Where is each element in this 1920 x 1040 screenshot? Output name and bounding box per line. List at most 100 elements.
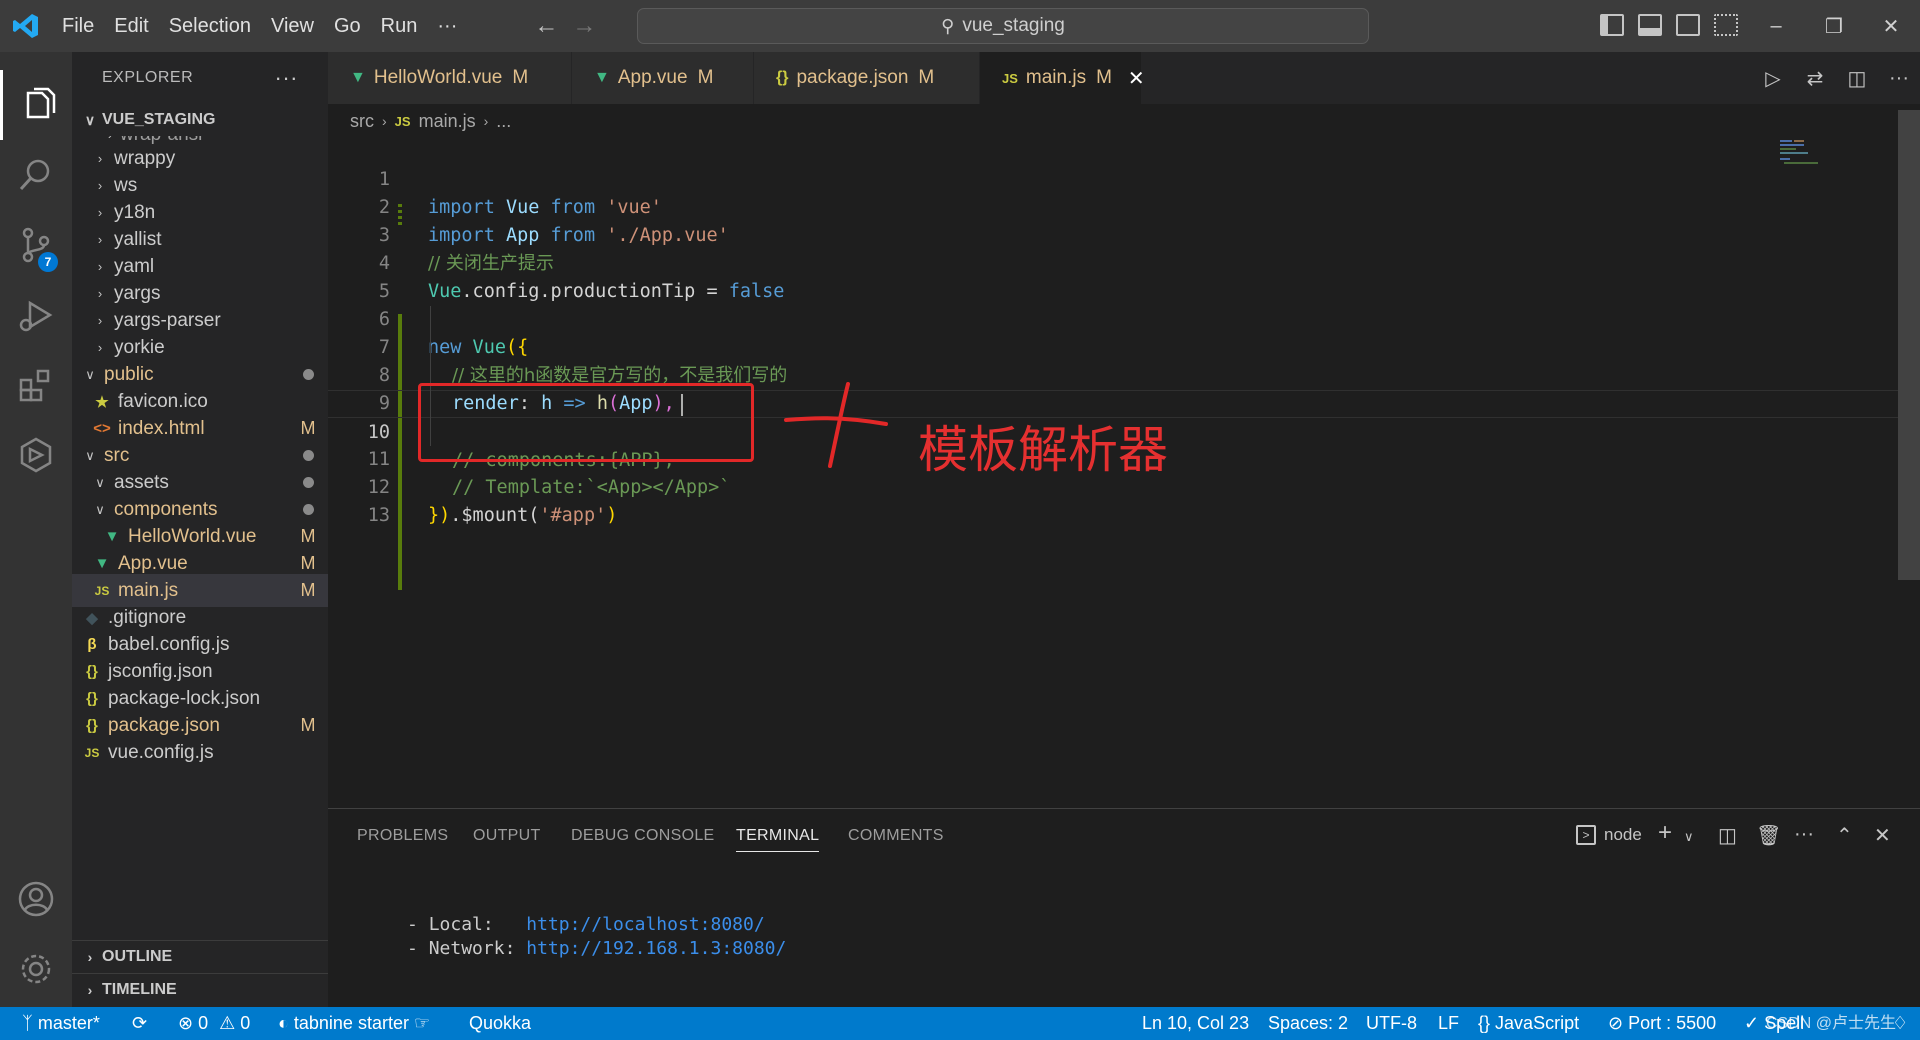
vue-icon: ▼ [350,69,366,86]
quokka-indicator[interactable]: Quokka [469,1007,531,1040]
more-actions-icon[interactable]: ··· [1878,67,1920,90]
breadcrumb-file[interactable]: main.js [419,111,476,132]
terminal-icon: > [1576,825,1596,845]
tree-file[interactable]: JS vue.config.js [72,736,328,769]
tab-output[interactable]: OUTPUT [473,827,541,845]
explorer-icon[interactable] [0,70,72,140]
split-editor-icon[interactable]: ◫ [1836,66,1878,91]
outline-section[interactable]: › OUTLINE [72,940,328,972]
tab-terminal[interactable]: TERMINAL [736,827,820,852]
menu-run[interactable]: Run [371,0,428,52]
chevron-right-icon: › [97,259,103,274]
run-file-icon[interactable]: ▷ [1752,66,1794,91]
chevron-down-icon[interactable]: ∨ [1684,829,1694,845]
language-mode[interactable]: {} JavaScript [1478,1007,1579,1040]
toggle-primary-sidebar-icon[interactable] [1600,14,1624,36]
tab-app-vue[interactable]: ▼ App.vue M [572,52,754,104]
explorer-sidebar: EXPLORER ··· ∨ VUE_STAGING › wrap-ansi ›… [72,52,328,1007]
indentation-indicator[interactable]: Spaces: 2 [1268,1007,1348,1040]
terminal-link[interactable]: http://192.168.1.3:8080/ [526,938,786,959]
notifications-bell-icon[interactable]: ♢ [1892,1007,1908,1040]
workspace-root-header[interactable]: ∨ VUE_STAGING [72,104,328,136]
git-status-badge: M [300,580,316,600]
compare-changes-icon[interactable]: ⇄ [1794,66,1836,91]
port-label: Port : 5500 [1628,1013,1717,1033]
more-panel-icon[interactable]: ··· [1794,823,1814,846]
git-status-badge: M [300,715,316,735]
terminal-selector[interactable]: > node [1576,825,1642,845]
forward-arrow-icon[interactable]: → [565,12,603,40]
tabnine-indicator[interactable]: ◐ tabnine starter ☞ [278,1007,430,1040]
close-panel-icon[interactable]: ✕ [1874,823,1891,848]
chevron-down-icon: ∨ [85,366,95,382]
settings-gear-icon[interactable] [0,934,72,1004]
branch-indicator[interactable]: ᛉ master* [22,1007,100,1040]
maximize-panel-icon[interactable]: ⌃ [1836,823,1853,848]
live-server-port[interactable]: ⊘ Port : 5500 [1608,1007,1716,1040]
tab-main-js[interactable]: JS main.js M ✕ [980,52,1145,104]
code-line: 2 import App from './App.vue' [328,166,1898,246]
code-line: 7 // 这里的h函数是官方写的，不是我们写的 [328,306,1898,386]
run-debug-icon[interactable] [0,280,72,350]
menu-go[interactable]: Go [324,0,371,52]
account-icon[interactable] [0,864,72,934]
breadcrumb-folder[interactable]: src [350,111,374,132]
command-center-label: vue_staging [962,15,1065,36]
tab-debug-console[interactable]: DEBUG CONSOLE [571,827,715,845]
tab-comments[interactable]: COMMENTS [848,827,944,845]
tab-helloworld-vue[interactable]: ▼ HelloWorld.vue M [328,52,572,104]
tab-package-json[interactable]: {} package.json M [754,52,980,104]
breadcrumb: src › JS main.js › ... [328,104,511,138]
code-line: 3 // 关闭生产提示 [328,194,1898,274]
toggle-secondary-sidebar-icon[interactable] [1676,14,1700,36]
new-terminal-icon[interactable]: + [1658,819,1672,847]
tabnine-icon: ◐ [278,1013,289,1033]
explorer-more-icon[interactable]: ··· [275,65,298,91]
close-window-icon[interactable]: ✕ [1862,0,1920,52]
split-terminal-icon[interactable]: ◫ [1718,823,1737,848]
encoding-indicator[interactable]: UTF-8 [1366,1007,1417,1040]
search-icon: ⚲ [941,15,955,36]
tab-problems[interactable]: PROBLEMS [357,827,448,845]
back-arrow-icon[interactable]: ← [527,12,565,40]
chevron-right-icon: › [97,151,103,166]
problems-indicator[interactable]: ⊗ 0 ⚠ 0 [178,1007,250,1040]
babel-icon: β [87,636,97,653]
search-activity-icon[interactable] [0,140,72,210]
toggle-panel-icon[interactable] [1638,14,1662,36]
customize-layout-icon[interactable] [1714,14,1738,36]
git-status-badge: M [300,526,316,546]
chevron-down-icon: ∨ [84,111,96,128]
modified-dot [288,450,328,461]
tab-modified-indicator: M [697,67,714,88]
menu-file[interactable]: File [52,0,104,52]
remote-explorer-icon[interactable] [0,420,72,490]
close-tab-icon[interactable]: ✕ [1128,66,1145,91]
menu-more[interactable]: ··· [427,0,467,52]
trash-icon[interactable]: 🗑 [1756,823,1781,848]
file-tree: › wrap-ansi ›wrappy›ws›y18n›yallist›yaml… [72,136,328,796]
restore-icon[interactable]: ❐ [1805,0,1863,52]
vue-icon: ▼ [594,69,610,86]
chevron-right-icon: › [97,232,103,247]
tree-item-label: yaml [114,255,155,277]
timeline-section[interactable]: › TIMELINE [72,973,328,1005]
extensions-icon[interactable] [0,350,72,420]
menu-edit[interactable]: Edit [104,0,158,52]
tab-label: main.js [1025,67,1087,88]
minimap[interactable] [1780,138,1830,168]
tree-item-label: yargs-parser [114,309,221,331]
command-center-search[interactable]: ⚲ vue_staging [637,8,1369,44]
scrollbar-thumb[interactable] [1898,110,1920,580]
eol-indicator[interactable]: LF [1438,1007,1459,1040]
sync-icon[interactable]: ⟳ [132,1007,147,1040]
menu-view[interactable]: View [261,0,324,52]
hand-icon: ☞ [413,1013,431,1033]
outline-label: OUTLINE [102,947,173,965]
menu-selection[interactable]: Selection [159,0,261,52]
activity-bar: 7 [0,52,72,1007]
source-control-icon[interactable]: 7 [0,210,72,280]
minimize-icon[interactable]: – [1747,0,1805,52]
cursor-position[interactable]: Ln 10, Col 23 [1142,1007,1249,1040]
breadcrumb-symbol[interactable]: ... [496,111,511,132]
